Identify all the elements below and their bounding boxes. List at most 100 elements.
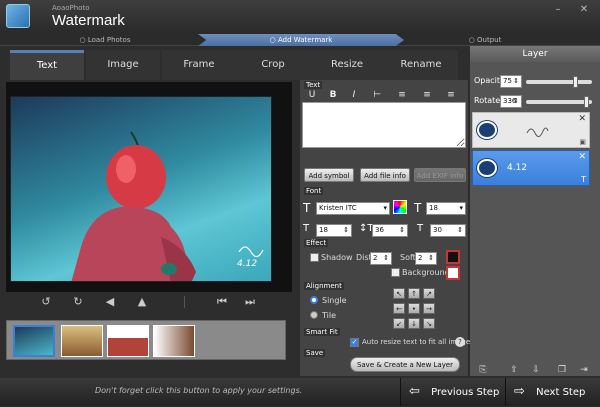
opacity-slider-handle[interactable] — [572, 76, 578, 88]
add-symbol-button[interactable]: Add symbol — [304, 168, 354, 182]
export-layer-icon[interactable]: ⇥ — [578, 364, 590, 376]
footer-hint: Don't forget click this button to apply … — [95, 386, 303, 395]
align-top-right-button[interactable]: ↗ — [423, 288, 435, 299]
add-file-info-button[interactable]: Add file info — [360, 168, 410, 182]
align-top-button[interactable]: ↑ — [408, 288, 420, 299]
effect-section-label: Effect — [304, 239, 329, 247]
font-family-select[interactable]: Kristen ITC — [316, 202, 390, 215]
underline-button[interactable]: U — [305, 89, 319, 101]
dist-input[interactable]: 2 — [370, 252, 392, 265]
thumbnail-strip — [6, 320, 286, 360]
char-spacing-input[interactable]: 18 — [316, 224, 352, 237]
text-section-label: Text — [304, 81, 323, 89]
move-layer-down-icon[interactable]: ⇩ — [530, 364, 542, 376]
eye-icon[interactable] — [477, 159, 497, 177]
flip-vertical-icon[interactable]: ▲ — [134, 294, 150, 310]
auto-resize-checkbox[interactable]: ✓ — [350, 338, 359, 347]
tab-rename[interactable]: Rename — [384, 50, 458, 80]
shadow-checkbox[interactable] — [310, 253, 319, 262]
char-spacing-icon: T — [303, 223, 310, 234]
photo-image — [71, 131, 264, 281]
new-layer-icon[interactable]: ⎘ — [477, 364, 489, 376]
background-color-icon[interactable] — [446, 266, 460, 280]
align-left-button[interactable]: ≡ — [395, 89, 409, 101]
background-checkbox[interactable] — [391, 268, 400, 277]
thumbnail-4[interactable] — [153, 325, 195, 357]
tile-radio[interactable] — [310, 311, 318, 319]
rotate-slider[interactable] — [526, 100, 592, 104]
strikethrough-button[interactable]: ⊢ — [370, 89, 384, 101]
remove-layer-icon[interactable]: ✕ — [578, 114, 586, 124]
align-center-button[interactable]: ≡ — [420, 89, 434, 101]
italic-button[interactable]: I — [347, 89, 361, 101]
save-create-layer-button[interactable]: Save & Create a New Layer — [350, 357, 460, 372]
thumbnail-2[interactable] — [61, 325, 103, 357]
align-bottom-right-button[interactable]: ↘ — [423, 318, 435, 329]
opacity-slider[interactable] — [526, 80, 592, 84]
arrow-right-icon: ⇨ — [514, 384, 525, 399]
align-top-left-button[interactable]: ↖ — [393, 288, 405, 299]
move-layer-up-icon[interactable]: ⇧ — [508, 364, 520, 376]
color-picker-icon[interactable] — [393, 200, 407, 214]
line-height-input[interactable]: 36 — [372, 224, 408, 237]
align-left-button-2[interactable]: ← — [393, 303, 405, 314]
previous-image-icon[interactable]: ⏮ — [214, 294, 230, 310]
signature-thumbnail — [526, 127, 549, 137]
align-right-button-2[interactable]: → — [423, 303, 435, 314]
next-step-button[interactable]: ⇨ Next Step — [505, 378, 600, 406]
layer-text-label: 4.12 — [507, 163, 528, 173]
single-radio[interactable] — [310, 296, 318, 304]
word-spacing-input[interactable]: 30 — [430, 224, 466, 237]
step-load-photos[interactable]: ○ Load Photos — [40, 34, 170, 46]
rotate-slider-handle[interactable] — [584, 96, 590, 108]
font-section-label: Font — [304, 187, 324, 195]
help-icon[interactable]: ? — [455, 337, 465, 347]
step-add-watermark[interactable]: ○ Add Watermark — [198, 34, 404, 46]
preview-toolbar: ↺ ↻ ◀ ▲ ⏮ ⏭ — [6, 294, 292, 314]
close-icon[interactable]: ✕ — [578, 4, 590, 16]
next-image-icon[interactable]: ⏭ — [242, 294, 258, 310]
alignment-section-label: Alignment — [304, 282, 344, 290]
flip-horizontal-icon[interactable]: ◀ — [102, 294, 118, 310]
copy-layer-icon[interactable]: ❐ — [556, 364, 568, 376]
eye-icon[interactable] — [477, 121, 497, 139]
tab-frame[interactable]: Frame — [162, 50, 236, 80]
app-logo — [6, 4, 30, 28]
watermark-text-overlay[interactable]: 4.12 — [237, 259, 257, 269]
font-icon: T — [303, 201, 311, 215]
align-right-button[interactable]: ≡ — [444, 89, 458, 101]
word-spacing-icon: T — [417, 223, 424, 234]
tab-resize[interactable]: Resize — [310, 50, 384, 80]
thumbnail-1[interactable] — [13, 325, 55, 357]
save-section-label: Save — [304, 349, 326, 357]
thumbnail-3[interactable] — [107, 325, 149, 357]
brand-small: AoaoPhoto — [52, 4, 90, 12]
watermark-text-input[interactable] — [302, 102, 466, 148]
rotate-input[interactable]: 336 — [500, 95, 522, 108]
photo-preview[interactable]: 4.12 — [10, 96, 272, 282]
background-label: Background — [402, 268, 450, 277]
opacity-input[interactable]: 75 — [500, 75, 522, 88]
soft-input[interactable]: 2 — [415, 252, 437, 265]
align-center-button-2[interactable]: • — [408, 303, 420, 314]
align-bottom-button[interactable]: ↓ — [408, 318, 420, 329]
align-bottom-left-button[interactable]: ↙ — [393, 318, 405, 329]
bold-button[interactable]: B — [326, 89, 340, 101]
layer-item-image[interactable]: ✕ ▣ — [472, 112, 590, 148]
add-exif-info-button[interactable]: Add EXIF info — [414, 168, 466, 182]
tool-tabs: Text Image Frame Crop Resize Rename — [6, 50, 466, 80]
rotate-right-icon[interactable]: ↻ — [70, 294, 86, 310]
tab-text[interactable]: Text — [10, 50, 84, 80]
brand-title: Watermark — [52, 12, 125, 29]
shadow-color-icon[interactable] — [446, 250, 460, 264]
previous-step-button[interactable]: ⇦ Previous Step — [400, 378, 500, 406]
remove-layer-icon[interactable]: ✕ — [578, 152, 586, 162]
rotate-left-icon[interactable]: ↺ — [38, 294, 54, 310]
tab-crop[interactable]: Crop — [236, 50, 310, 80]
font-size-select[interactable]: 18 — [426, 202, 466, 215]
minimize-icon[interactable]: – — [552, 4, 564, 16]
tab-image[interactable]: Image — [86, 50, 160, 80]
single-label: Single — [322, 296, 347, 305]
layer-item-text[interactable]: 4.12 ✕ T — [472, 150, 590, 186]
step-output[interactable]: ○ Output — [430, 34, 540, 46]
